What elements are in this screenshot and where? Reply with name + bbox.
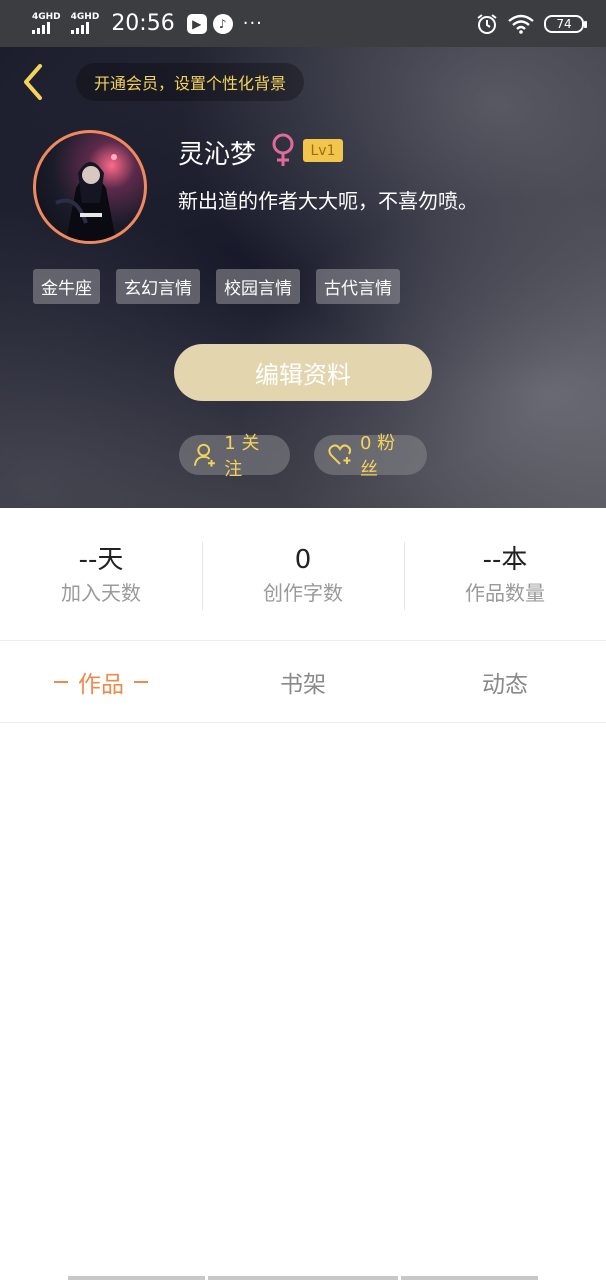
tab-works[interactable]: 作品 [0, 641, 202, 722]
profile-tabs: 作品 书架 动态 [0, 641, 606, 723]
following-count: 1 关注 [224, 433, 260, 480]
stat-word-count: 0 创作字数 [202, 541, 404, 610]
tab-label: 作品 [78, 671, 124, 698]
tab-label: 动态 [482, 671, 528, 698]
tag-item: 校园言情 [216, 269, 300, 304]
tab-label: 书架 [280, 671, 326, 698]
vip-banner-text: 开通会员，设置个性化背景 [94, 74, 287, 93]
alarm-icon [477, 13, 497, 34]
music-app-icon: ♪ [212, 13, 233, 34]
tag-item: 玄幻言情 [116, 269, 200, 304]
username: 灵沁梦 [178, 140, 257, 170]
stat-value: --天 [78, 544, 124, 575]
fans-button[interactable]: 0 粉丝 [314, 433, 427, 480]
interest-tags: 金牛座 玄幻言情 校园言情 古代言情 [33, 269, 400, 304]
stat-works-count: --本 作品数量 [404, 541, 606, 610]
avatar-image [55, 154, 117, 241]
status-time: 20:56 [111, 11, 175, 36]
vip-background-banner[interactable]: 开通会员，设置个性化背景 [76, 63, 305, 101]
network-type-2: 4GHD [70, 12, 100, 22]
level-text: Lv1 [310, 142, 336, 159]
tab-activity[interactable]: 动态 [404, 641, 606, 722]
edit-profile-button[interactable]: 编辑资料 [174, 344, 432, 401]
wifi-icon [508, 14, 534, 34]
battery-icon: 74 [544, 14, 587, 33]
tab-indicator-left [54, 680, 68, 683]
stat-label: 创作字数 [263, 580, 343, 605]
tab-bookshelf[interactable]: 书架 [202, 641, 404, 722]
level-badge: Lv1 [303, 139, 343, 162]
tag-item: 金牛座 [33, 269, 100, 304]
heart-plus-icon [328, 444, 352, 465]
signal-icon: 4GHD [32, 13, 61, 34]
stat-value: 0 [294, 544, 312, 575]
status-bar: 4GHD 4GHD 20:56 ▶ ♪ ··· 74 [0, 0, 606, 47]
more-notifications-icon: ··· [242, 13, 263, 34]
stat-join-days: --天 加入天数 [0, 542, 202, 608]
profile-stats: --天 加入天数 0 创作字数 --本 作品数量 [0, 508, 606, 641]
play-app-icon: ▶ [186, 13, 207, 34]
profile-bio: 新出道的作者大大呃，不喜勿喷。 [178, 189, 478, 213]
fans-count: 0 粉丝 [359, 433, 396, 480]
following-button[interactable]: 1 关注 [179, 433, 290, 480]
battery-level: 74 [556, 16, 572, 31]
female-gender-icon [272, 133, 294, 166]
network-type: 4GHD [32, 12, 61, 22]
navigation-gesture-bar [68, 1276, 538, 1280]
signal-icon-2: 4GHD [70, 12, 100, 34]
tab-indicator-right [134, 680, 148, 683]
avatar[interactable] [33, 130, 147, 244]
back-button[interactable] [16, 60, 50, 104]
edit-profile-label: 编辑资料 [255, 361, 351, 389]
stat-value: --本 [482, 544, 528, 575]
add-user-icon [193, 443, 215, 467]
stat-label: 加入天数 [61, 580, 141, 605]
chevron-left-icon [24, 64, 42, 100]
tag-item: 古代言情 [316, 269, 400, 304]
stat-label: 作品数量 [465, 580, 545, 605]
